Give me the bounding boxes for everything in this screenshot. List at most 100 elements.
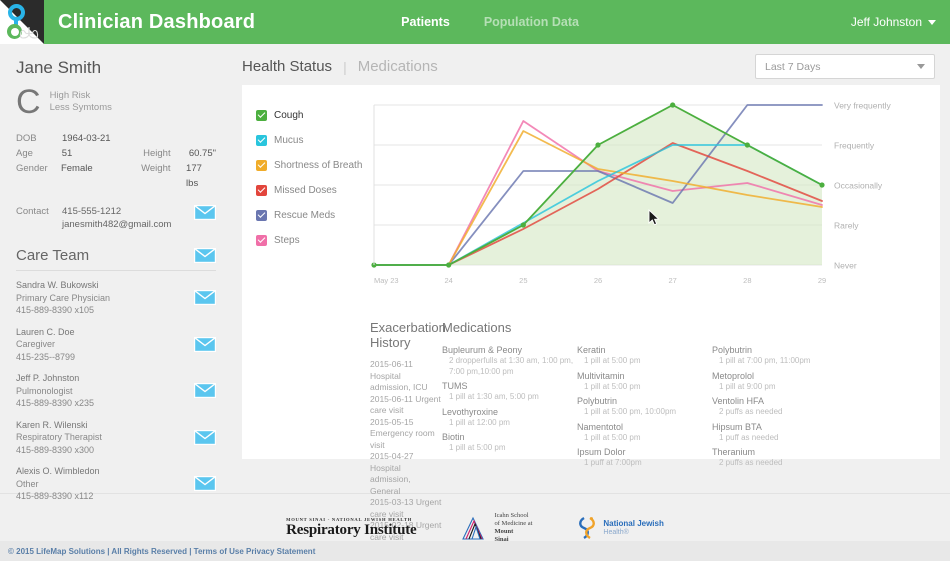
medications-title: Medications	[442, 320, 512, 335]
checkbox-missed-doses[interactable]	[256, 185, 267, 196]
care-team-member: Lauren C. Doe Caregiver 415-235--8799	[16, 326, 216, 364]
nav-item-population-data[interactable]: Population Data	[484, 15, 579, 29]
contact-email: janesmith482@gmail.com	[62, 219, 172, 230]
svg-text:28: 28	[743, 276, 751, 285]
checkbox-shortness-of-breath[interactable]	[256, 160, 267, 171]
member-role: Pulmonologist	[16, 385, 73, 396]
medication-name: Keratin	[577, 345, 606, 355]
legend-item-missed-doses[interactable]: Missed Doses	[256, 178, 362, 203]
chevron-down-icon	[917, 64, 925, 69]
contact-phone: 415-555-1212	[62, 206, 122, 217]
medication-name: Bupleurum & Peony	[442, 345, 523, 355]
legend-item-steps[interactable]: Steps	[256, 228, 362, 253]
app-header: Clinician Dashboard Patients Population …	[0, 0, 950, 44]
dob-label: DOB	[16, 133, 37, 144]
list-item: 2015-06-11 Hospital admission, ICU	[370, 359, 428, 392]
gender-value: Female	[60, 163, 93, 174]
dob-value: 1964-03-21	[62, 133, 111, 144]
medication-dose: 2 dropperfulls at 1:30 am, 1:00 pm, 7:00…	[449, 356, 574, 376]
weight-label: Weight	[141, 163, 171, 174]
lungs-icon	[19, 27, 39, 39]
envelope-icon[interactable]	[194, 476, 216, 492]
medication-dose: 1 puff at 7:00pm	[584, 458, 642, 467]
svg-text:Occasionally: Occasionally	[834, 181, 883, 191]
list-item: TUMS 1 pill at 1:30 am, 5:00 pm	[442, 380, 577, 403]
stat-row-gender: Gender Female Weight 177 lbs	[16, 161, 216, 191]
medication-dose: 1 pill at 5:00 pm	[584, 381, 641, 391]
date-range-value: Last 7 Days	[765, 60, 821, 73]
list-item: Polybutrin 1 pill at 5:00 pm, 10:00pm	[577, 395, 712, 418]
copyright-bar: © 2015 LifeMap Solutions | All Rights Re…	[0, 541, 950, 561]
svg-text:Frequently: Frequently	[834, 141, 875, 151]
risk-line-2: Less Symtoms	[49, 102, 112, 113]
svg-text:Very frequently: Very frequently	[834, 101, 891, 111]
envelope-icon-all[interactable]	[194, 248, 216, 263]
patient-name: Jane Smith	[16, 58, 102, 77]
envelope-icon[interactable]	[194, 205, 216, 220]
body-wrapper: Jane Smith C High Risk Less Symtoms DOB …	[0, 44, 950, 561]
care-team-header: Care Team	[16, 247, 216, 271]
page-title: Clinician Dashboard	[58, 10, 256, 33]
legend-item-mucus[interactable]: Mucus	[256, 128, 362, 153]
legend-label-cough: Cough	[274, 110, 304, 121]
checkbox-cough[interactable]	[256, 110, 267, 121]
gender-label: Gender	[16, 163, 48, 174]
medication-dose: 2 puffs as needed	[719, 458, 783, 467]
medication-name: Polybutrin	[712, 345, 753, 355]
medication-dose: 1 pill at 9:00 pm	[719, 381, 776, 391]
tab-health-status[interactable]: Health Status	[242, 58, 332, 75]
member-role: Respiratory Therapist	[16, 432, 102, 442]
contact-label: Contact	[16, 206, 49, 217]
legend-item-shortness-of-breath[interactable]: Shortness of Breath	[256, 153, 362, 178]
care-team-member: Alexis O. Wimbledon Other 415-889-8390 x…	[16, 465, 216, 503]
respiratory-institute-logo: MOUNT SINAI - NATIONAL JEWISH HEALTH Res…	[286, 517, 417, 539]
copyright-text: © 2015 LifeMap Solutions | All Rights Re…	[8, 546, 316, 556]
list-item: Keratin 1 pill at 5:00 pm	[577, 344, 712, 367]
legend-item-cough[interactable]: Cough	[256, 103, 362, 128]
health-status-line-chart: Never Rarely Occasionally Frequently Very fr…	[371, 101, 891, 285]
member-name: Karen R. Wilenski	[16, 419, 88, 430]
svg-text:27: 27	[668, 276, 676, 285]
svg-text:26: 26	[594, 276, 602, 285]
medication-name: Polybutrin	[577, 396, 618, 406]
list-item: Polybutrin 1 pill at 7:00 pm, 11:00pm	[712, 344, 847, 367]
member-role: Other	[16, 478, 39, 489]
checkbox-rescue-meds[interactable]	[256, 210, 267, 221]
member-phone: 415-889-8390 x235	[16, 398, 95, 408]
list-item: 2015-04-27 Hospital admission, General	[370, 451, 414, 496]
care-team-list: Sandra W. Bukowski Primary Care Physicia…	[16, 279, 216, 503]
legend-label-steps: Steps	[274, 235, 300, 246]
user-menu[interactable]: Jeff Johnston	[851, 15, 936, 29]
weight-value: 177 lbs	[186, 163, 202, 189]
medication-name: Ipsum Dolor	[577, 447, 626, 457]
date-range-select[interactable]: Last 7 Days	[755, 54, 935, 79]
envelope-icon[interactable]	[194, 290, 216, 306]
age-value: 51	[61, 148, 73, 159]
contact-details: 415-555-1212 janesmith482@gmail.com	[62, 205, 194, 231]
envelope-icon[interactable]	[194, 383, 216, 399]
medication-dose: 1 pill at 1:30 am, 5:00 pm	[449, 392, 539, 401]
medications-columns: Bupleurum & Peony 2 dropperfulls at 1:30…	[442, 344, 940, 472]
chart-area: Cough Mucus Shortness of Breath Missed D…	[242, 95, 940, 295]
member-phone: 415-889-8390 x105	[16, 305, 95, 315]
health-status-panel: Cough Mucus Shortness of Breath Missed D…	[242, 85, 940, 561]
legend-label-shortness-of-breath: Shortness of Breath	[274, 160, 363, 171]
tab-medications[interactable]: Medications	[358, 58, 438, 75]
nav-item-patients[interactable]: Patients	[401, 15, 450, 29]
care-team-member: Sandra W. Bukowski Primary Care Physicia…	[16, 279, 216, 317]
list-item: Metoprolol 1 pill at 9:00 pm	[712, 370, 847, 393]
user-name-label: Jeff Johnston	[850, 15, 922, 29]
legend-item-rescue-meds[interactable]: Rescue Meds	[256, 203, 362, 228]
risk-line-1: High Risk	[49, 90, 91, 101]
medication-name: Metoprolol	[712, 370, 755, 381]
checkbox-mucus[interactable]	[256, 135, 267, 146]
chart-plot: Never Rarely Occasionally Frequently Very fr…	[362, 95, 940, 295]
list-item: Bupleurum & Peony 2 dropperfulls at 1:30…	[442, 344, 577, 377]
stat-row-dob: DOB 1964-03-21	[16, 131, 216, 146]
list-item: 2015-05-15 Emergency room visit	[370, 416, 435, 450]
list-item: Hipsum BTA 1 puff as needed	[712, 421, 847, 444]
envelope-icon[interactable]	[194, 429, 216, 445]
stat-row-age: Age 51 Height 60.75"	[16, 146, 216, 161]
envelope-icon[interactable]	[194, 336, 216, 352]
checkbox-steps[interactable]	[256, 235, 267, 246]
